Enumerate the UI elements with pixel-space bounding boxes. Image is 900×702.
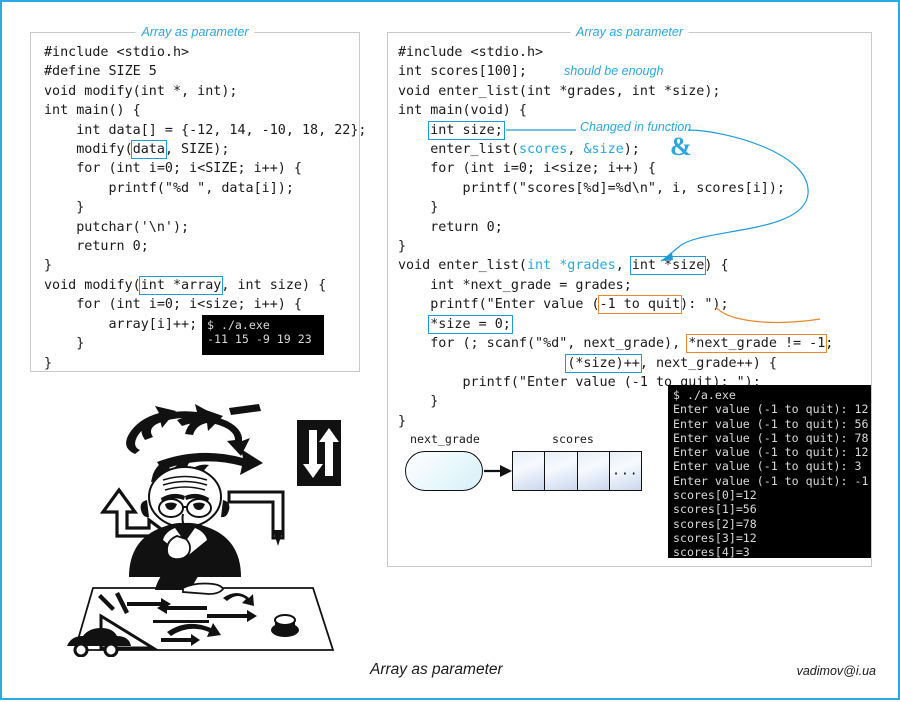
terminal-line: Enter value (-1 to quit): 12 [673, 402, 869, 417]
code-line: } [398, 394, 439, 410]
terminal-line: scores[3]=12 [673, 530, 757, 545]
token-amp-size: &size [583, 142, 624, 158]
code-line: modify(data, SIZE); [44, 140, 230, 160]
highlight-size-incr: (*size)++ [565, 353, 642, 373]
code-line: int data[] = {-12, 14, -10, 18, 22}; [44, 122, 367, 138]
code-line: return 0; [44, 239, 149, 255]
terminal-line: Enter value (-1 to quit): 56 [673, 416, 869, 431]
right-terminal: $ ./a.exe Enter value (-1 to quit): 12 E… [668, 385, 871, 560]
terminal-line: scores[4]=3 [673, 545, 750, 560]
code-line: int size; [398, 120, 505, 140]
pointer-arrow [484, 465, 512, 477]
array-cell [545, 452, 578, 490]
code-line: } [398, 413, 407, 429]
footer-title: Array as parameter [370, 661, 503, 678]
code-line: void enter_list(int *grades, int *size) … [398, 256, 729, 276]
code-line: return 0; [398, 219, 503, 235]
diagram-array-label: scores [552, 432, 594, 446]
code-line: int *next_grade = grades; [398, 277, 632, 293]
terminal-line: scores[1]=56 [673, 502, 757, 517]
array-cell [513, 452, 546, 490]
code-line: enter_list(scores, &size); [398, 142, 640, 158]
code-line: } [44, 336, 85, 352]
terminal-line: $ ./a.exe [673, 388, 736, 402]
code-line: int scores[100]; [398, 64, 527, 80]
right-panel-legend: Array as parameter [570, 24, 689, 40]
code-line: *size = 0; [398, 314, 513, 334]
terminal-line: Enter value (-1 to quit): 3 [673, 459, 862, 474]
code-line: #include <stdio.h> [44, 45, 190, 60]
code-line: } [44, 355, 53, 371]
pointer-node [405, 451, 483, 491]
pointer-array-diagram: next_grade scores ... [397, 432, 647, 507]
terminal-line: Enter value (-1 to quit): 12 [673, 445, 869, 460]
token-scores: scores [518, 142, 568, 158]
terminal-line: scores[2]=78 [673, 516, 757, 531]
code-line: putchar('\n'); [44, 219, 190, 235]
footer-email: vadimov@i.ua [796, 664, 876, 678]
code-line: } [398, 239, 407, 255]
array-cell: ... [609, 452, 641, 490]
terminal-line: Enter value (-1 to quit): -1 [673, 473, 869, 488]
code-line: for (int i=0; i<size; i++) { [398, 161, 656, 177]
terminal-line: scores[0]=12 [673, 488, 757, 503]
code-line: void enter_list(int *grades, int *size); [398, 83, 721, 99]
code-line: printf("Enter value (-1 to quit): "); [398, 295, 729, 315]
slide-root: Array as parameter #include <stdio.h> #d… [0, 0, 900, 700]
highlight-size-zero: *size = 0; [428, 314, 513, 334]
code-line: array[i]++; [44, 316, 198, 332]
annotation-should-be-enough: should be enough [564, 64, 664, 78]
code-line: printf("scores[%d]=%d\n", i, scores[i]); [398, 180, 785, 196]
array-ellipsis: ... [612, 463, 639, 479]
right-code-block: #include <stdio.h> int scores[100]; void… [398, 43, 833, 431]
highlight-next-grade-cmp: *next_grade != -1 [686, 334, 828, 354]
code-line: for (; scanf("%d", next_grade), *next_gr… [398, 334, 834, 354]
highlight-int-array: int *array [138, 275, 224, 295]
code-line: int main(void) { [398, 103, 527, 119]
terminal-line: -11 15 -9 19 23 [207, 332, 312, 347]
code-line: (*size)++, next_grade++) { [565, 353, 777, 373]
diagram-pointer-label: next_grade [410, 432, 480, 446]
annotation-ampersand: & [670, 132, 692, 161]
highlight-int-size-param: int *size [629, 256, 707, 276]
code-line: void modify(int *array, int size) { [44, 275, 327, 295]
code-line: printf("%d ", data[i]); [44, 180, 294, 196]
code-line: for (int i=0; i<SIZE; i++) { [44, 161, 302, 177]
token-int-grades: int *grades [527, 258, 616, 274]
left-panel-legend: Array as parameter [135, 24, 255, 40]
left-terminal: $ ./a.exe -11 15 -9 19 23 [202, 315, 324, 355]
array-cell [577, 452, 610, 490]
terminal-line: Enter value (-1 to quit): 78 [673, 430, 869, 445]
code-line: void modify(int *, int); [44, 83, 238, 99]
code-line: for (int i=0; i<size; i++) { [44, 297, 302, 313]
highlight-int-size-decl: int size; [428, 120, 505, 140]
highlight-data: data [130, 140, 167, 160]
array-cells: ... [512, 451, 642, 491]
code-line: } [44, 200, 85, 216]
cartoon-svg [67, 404, 341, 657]
code-line: #define SIZE 5 [44, 64, 157, 80]
highlight-minus-one-quit: -1 to quit [597, 295, 683, 315]
terminal-line: $ ./a.exe [207, 318, 270, 332]
code-line: } [398, 200, 439, 216]
code-line: int main() { [44, 103, 141, 119]
code-line: #include <stdio.h> [398, 45, 544, 60]
code-line: } [44, 258, 53, 274]
confused-man-illustration [57, 402, 347, 657]
